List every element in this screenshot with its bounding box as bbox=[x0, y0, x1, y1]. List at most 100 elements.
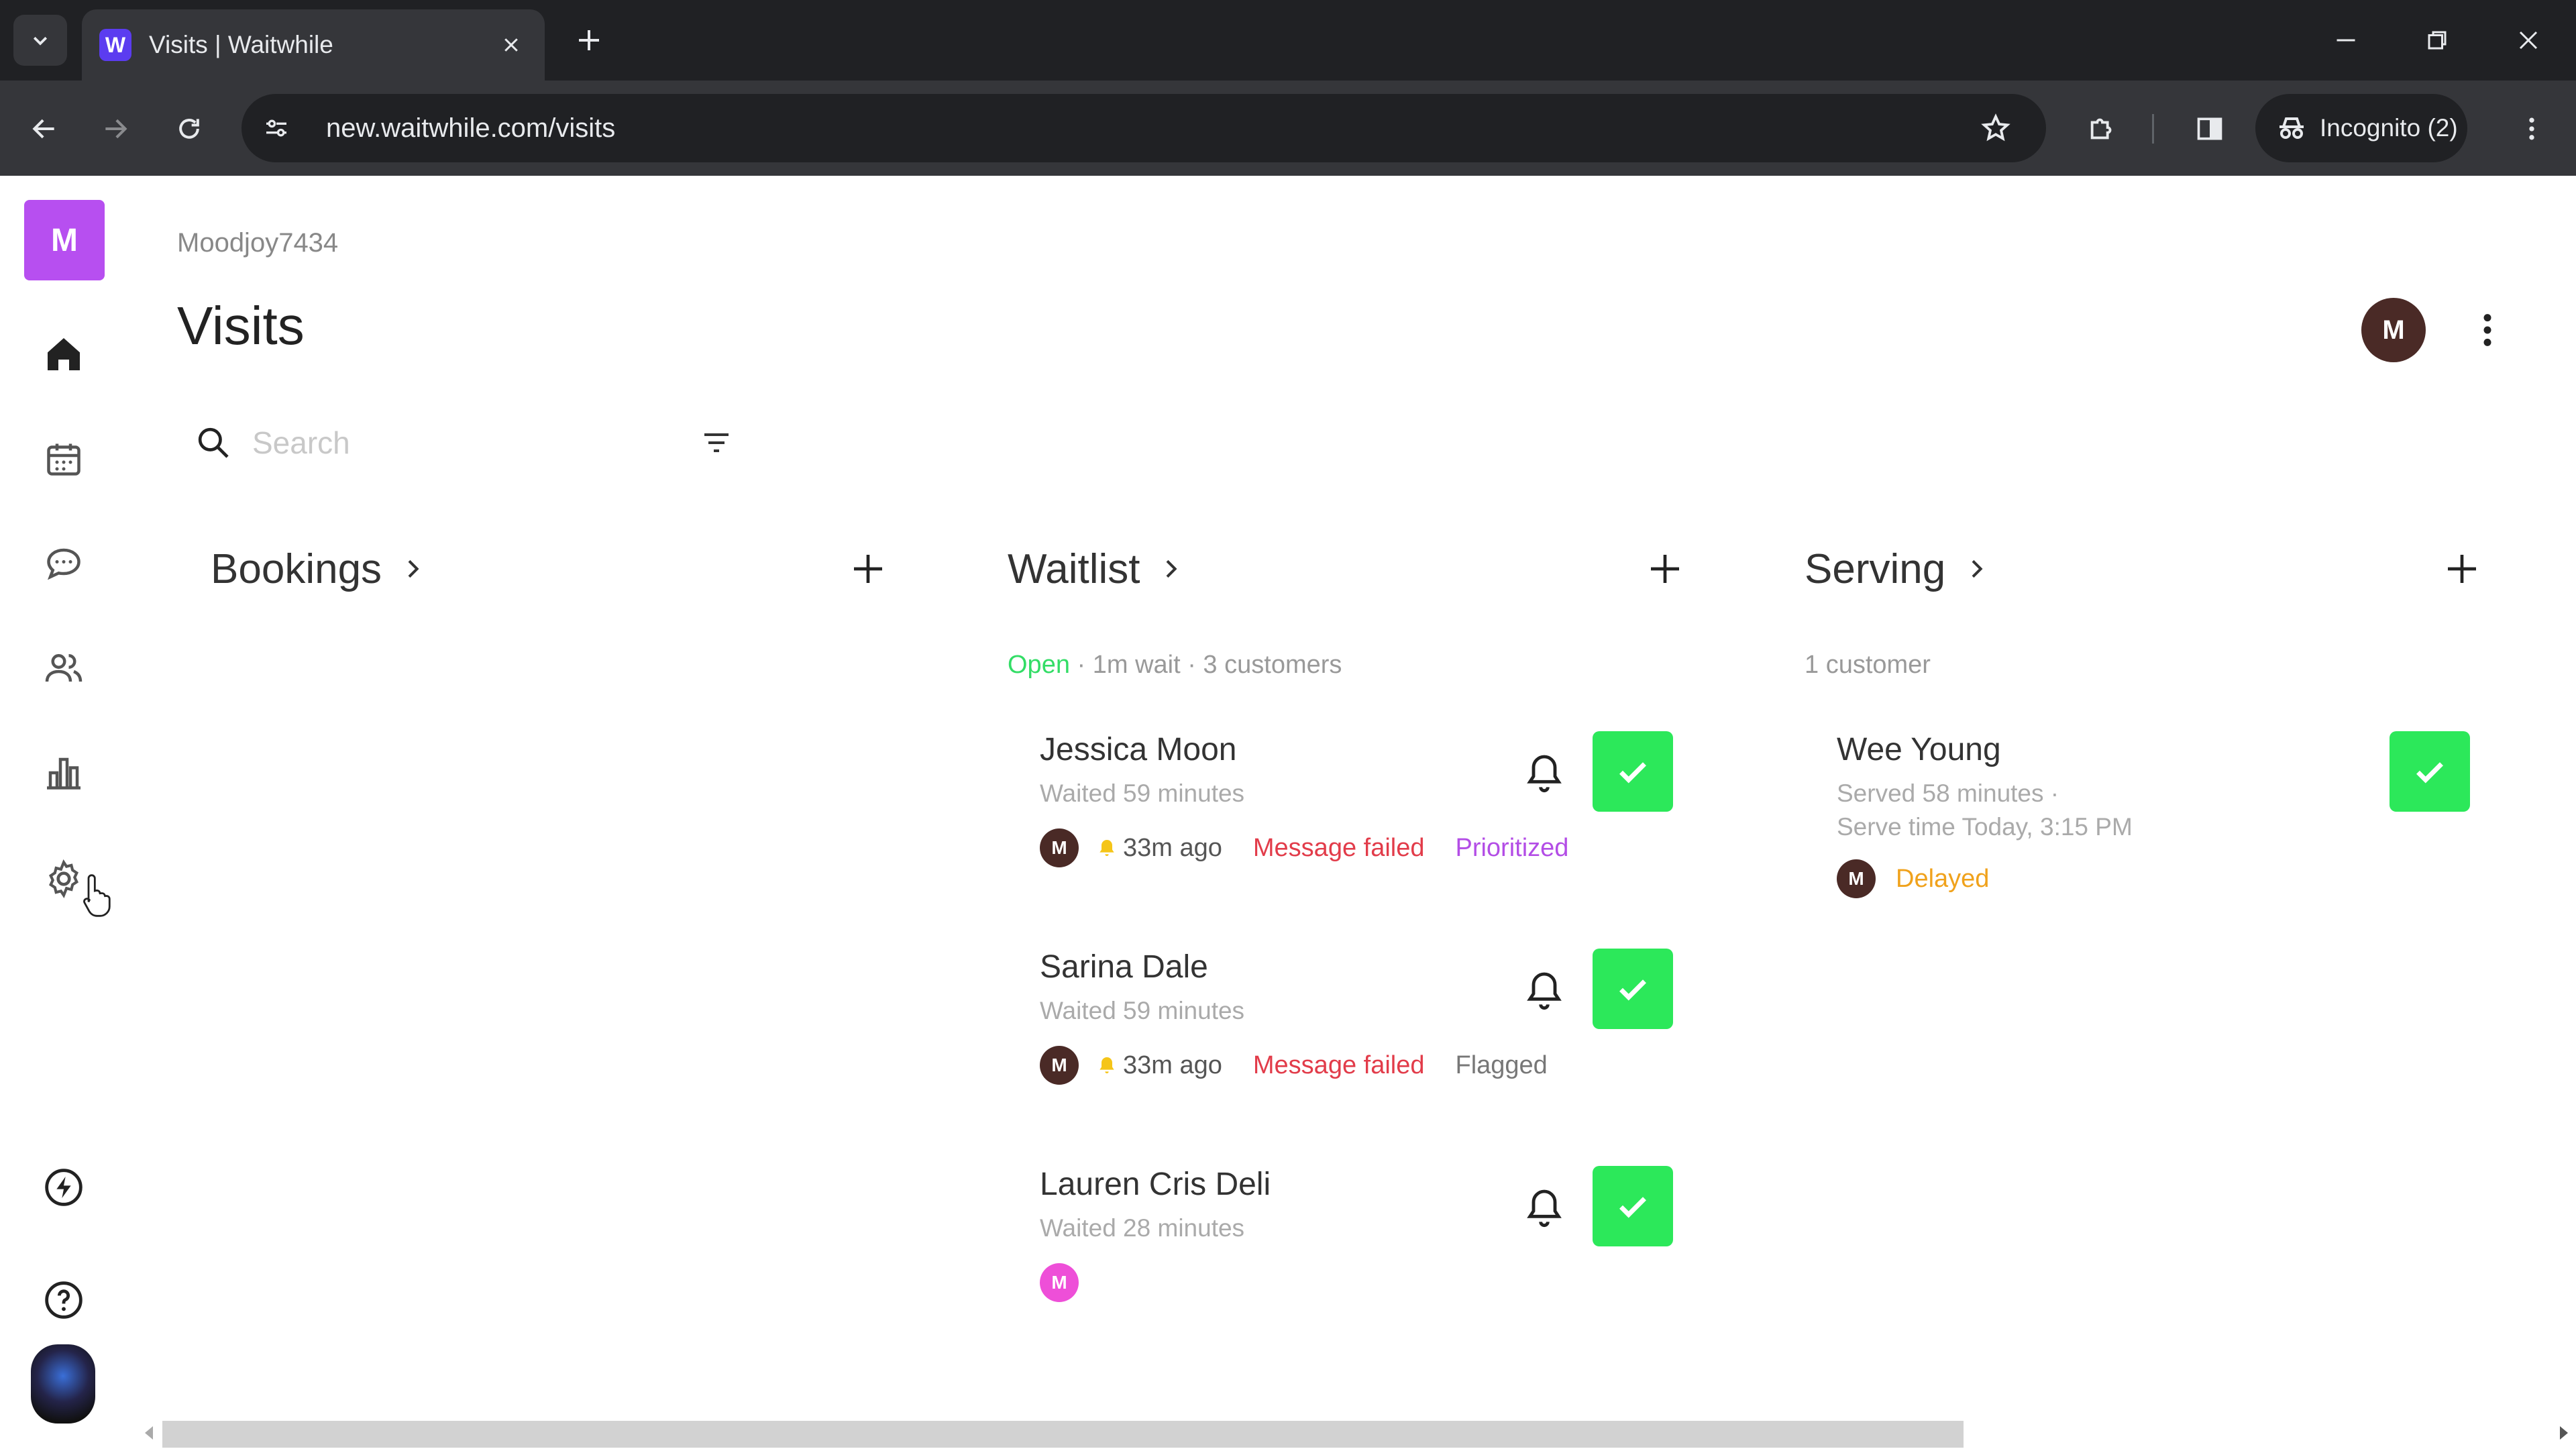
serve-button[interactable] bbox=[1593, 731, 1673, 812]
location-badge[interactable]: M bbox=[24, 200, 105, 280]
visit-served: Served 58 minutes · bbox=[1837, 780, 2059, 807]
serving-header[interactable]: Serving bbox=[1805, 537, 1990, 601]
reload-button[interactable] bbox=[165, 105, 213, 153]
browser-menu-button[interactable] bbox=[2508, 105, 2556, 153]
back-button[interactable] bbox=[20, 105, 68, 153]
plus-icon bbox=[1651, 555, 1679, 583]
notified-time: 33m ago bbox=[1123, 833, 1222, 862]
profile-avatar[interactable] bbox=[31, 1344, 95, 1424]
search-input[interactable] bbox=[252, 425, 655, 461]
incognito-indicator[interactable]: Incognito (2) bbox=[2255, 94, 2467, 162]
settings-icon bbox=[49, 859, 78, 898]
waitlist-status: Open · 1m wait · 3 customers bbox=[1008, 651, 1342, 680]
more-vertical-icon bbox=[2483, 314, 2491, 346]
bookings-header[interactable]: Bookings bbox=[211, 537, 426, 601]
waitlist-header[interactable]: Waitlist bbox=[1008, 537, 1184, 601]
chevron-right-icon bbox=[1963, 555, 1990, 582]
arrow-left-icon bbox=[32, 119, 54, 139]
address-bar[interactable]: new.waitwhile.com/visits bbox=[241, 94, 2046, 162]
scrollbar-thumb[interactable] bbox=[162, 1421, 1964, 1448]
help-icon bbox=[45, 1281, 83, 1319]
check-icon bbox=[1619, 762, 1646, 784]
bookmark-button[interactable] bbox=[1972, 105, 2019, 152]
chevron-right-icon bbox=[1157, 555, 1184, 582]
complete-button[interactable] bbox=[2390, 731, 2470, 812]
tab-title: Visits | Waitwhile bbox=[149, 31, 333, 58]
bell-icon bbox=[1527, 972, 1562, 1010]
app-sidebar: M bbox=[0, 176, 127, 1449]
staff-avatar: M bbox=[1040, 1263, 1079, 1302]
user-avatar[interactable]: M bbox=[2361, 298, 2426, 362]
serving-title: Serving bbox=[1805, 545, 1946, 592]
site-info-button[interactable] bbox=[250, 101, 303, 155]
window-close-button[interactable] bbox=[2505, 19, 2552, 62]
bell-filled-icon bbox=[1099, 840, 1114, 856]
close-icon bbox=[2519, 31, 2538, 50]
page-title: Visits bbox=[177, 296, 305, 356]
more-vertical-icon bbox=[2529, 117, 2534, 140]
tab-close-button[interactable] bbox=[495, 29, 527, 61]
check-icon bbox=[1619, 1197, 1646, 1218]
message-status: Message failed bbox=[1252, 833, 1425, 862]
chat-icon bbox=[47, 548, 80, 580]
close-icon bbox=[504, 38, 518, 52]
side-panel-button[interactable] bbox=[2186, 105, 2234, 153]
notify-button[interactable] bbox=[1517, 746, 1571, 800]
serve-button[interactable] bbox=[1593, 1166, 1673, 1246]
notify-button[interactable] bbox=[1517, 963, 1571, 1017]
minimize-button[interactable] bbox=[2322, 19, 2369, 62]
visit-tag: Prioritized bbox=[1455, 833, 1569, 862]
filter-button[interactable] bbox=[695, 421, 738, 464]
bookings-title: Bookings bbox=[211, 545, 382, 592]
notify-button[interactable] bbox=[1517, 1181, 1571, 1234]
sidebar-item-home[interactable] bbox=[37, 327, 91, 381]
search-bar bbox=[195, 416, 745, 470]
page-more-button[interactable] bbox=[2463, 303, 2512, 357]
sidebar-item-calendar[interactable] bbox=[37, 432, 91, 486]
hand-cursor-icon bbox=[83, 874, 111, 917]
forward-button[interactable] bbox=[91, 105, 140, 153]
restore-icon bbox=[2428, 31, 2447, 50]
star-icon bbox=[1981, 113, 2010, 142]
waitwhile-favicon-icon: W bbox=[99, 29, 131, 61]
sidebar-item-customers[interactable] bbox=[37, 641, 91, 695]
visit-name: Jessica Moon bbox=[1040, 732, 1237, 767]
staff-avatar: M bbox=[1837, 859, 1876, 898]
visit-name: Lauren Cris Deli bbox=[1040, 1167, 1271, 1202]
restore-button[interactable] bbox=[2414, 19, 2461, 62]
waitlist-open-status: Open bbox=[1008, 651, 1070, 679]
new-tab-button[interactable] bbox=[568, 19, 610, 62]
sidebar-item-messages[interactable] bbox=[37, 537, 91, 590]
reload-icon bbox=[179, 119, 199, 139]
horizontal-scrollbar[interactable] bbox=[134, 1417, 2576, 1449]
home-icon bbox=[48, 338, 80, 370]
bell-icon bbox=[1527, 755, 1562, 792]
side-panel-icon bbox=[2197, 117, 2222, 140]
serving-status: 1 customer bbox=[1805, 651, 1931, 679]
visit-details: M Delayed bbox=[1837, 857, 1989, 900]
visit-serve-time: Serve time Today, 3:15 PM bbox=[1837, 813, 2133, 841]
analytics-icon bbox=[47, 757, 80, 790]
visit-tag: Flagged bbox=[1455, 1051, 1548, 1079]
customers-icon bbox=[45, 654, 83, 682]
visit-waited: Waited 59 minutes bbox=[1040, 997, 1245, 1024]
visit-waited: Waited 28 minutes bbox=[1040, 1214, 1245, 1242]
browser-toolbar: new.waitwhile.com/visits Incognito (2) bbox=[0, 80, 2576, 176]
add-serving-button[interactable] bbox=[2438, 545, 2486, 593]
serve-button[interactable] bbox=[1593, 949, 1673, 1029]
add-waitlist-button[interactable] bbox=[1641, 545, 1689, 593]
browser-tab[interactable]: W Visits | Waitwhile bbox=[82, 9, 545, 80]
check-icon bbox=[1619, 979, 1646, 1001]
puzzle-icon bbox=[2090, 118, 2112, 140]
extensions-button[interactable] bbox=[2078, 105, 2127, 153]
visit-details: M 33m ago Message failed Prioritized bbox=[1040, 826, 1568, 869]
sidebar-item-help[interactable] bbox=[37, 1273, 91, 1327]
tab-search-button[interactable] bbox=[13, 15, 67, 66]
scroll-left-icon[interactable] bbox=[142, 1425, 156, 1441]
toolbar-divider bbox=[2152, 114, 2154, 144]
scroll-right-icon[interactable] bbox=[2557, 1425, 2571, 1441]
sidebar-item-whats-new[interactable] bbox=[37, 1161, 91, 1214]
sidebar-item-analytics[interactable] bbox=[37, 746, 91, 800]
add-booking-button[interactable] bbox=[844, 545, 892, 593]
staff-avatar: M bbox=[1040, 1046, 1079, 1085]
